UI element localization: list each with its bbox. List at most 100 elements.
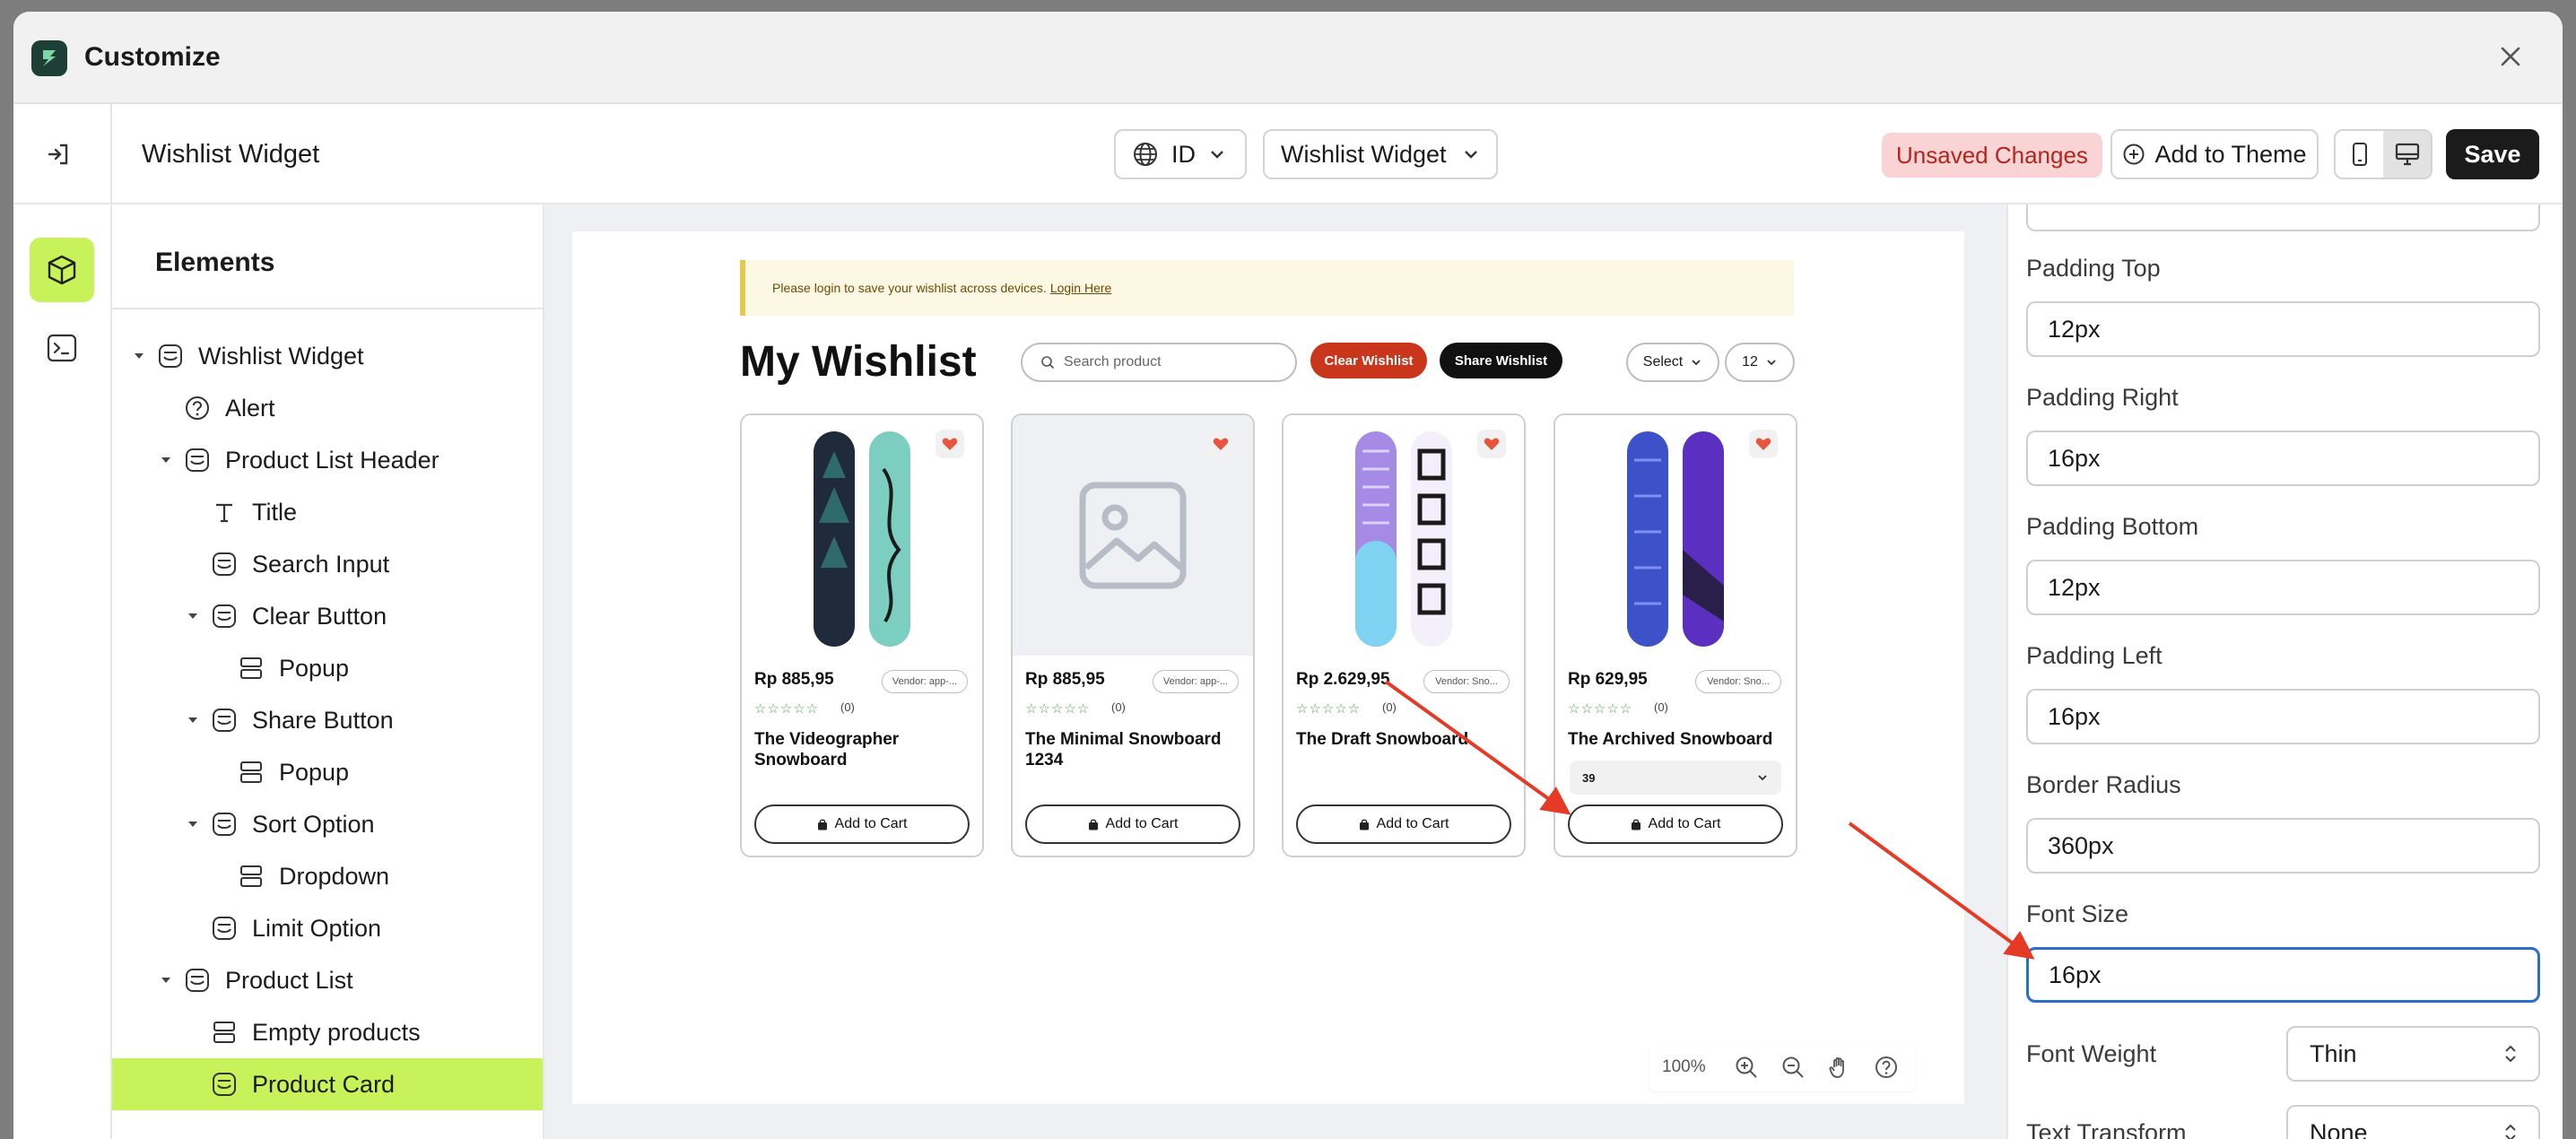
tree-item-wishlist-widget[interactable]: Wishlist Widget — [112, 330, 543, 382]
tree-item-share-popup[interactable]: Popup — [112, 746, 543, 798]
tree-item-limit-option[interactable]: Limit Option — [112, 902, 543, 954]
chevron-updown-icon — [2505, 1124, 2516, 1139]
add-to-cart-button[interactable]: Add to Cart — [1296, 804, 1511, 844]
border-radius-input[interactable]: 360px — [2026, 818, 2540, 874]
review-count: (0) — [1111, 700, 1126, 714]
prop-input-partial[interactable] — [2026, 204, 2540, 231]
code-tab-button[interactable] — [30, 316, 94, 380]
section-icon — [209, 1069, 239, 1100]
caret-down-icon[interactable] — [184, 815, 202, 833]
heart-icon[interactable] — [936, 430, 964, 458]
tree-item-empty-products[interactable]: Empty products — [112, 1006, 543, 1058]
padding-left-input[interactable]: 16px — [2026, 689, 2540, 744]
caret-down-icon[interactable] — [184, 711, 202, 729]
padding-right-input[interactable]: 16px — [2026, 430, 2540, 486]
search-input[interactable]: Search product — [1021, 343, 1297, 382]
alert-text: Please login to save your wishlist acros… — [772, 281, 1047, 295]
caret-down-icon[interactable] — [184, 607, 202, 625]
zoom-out-icon[interactable] — [1777, 1051, 1809, 1083]
save-button[interactable]: Save — [2446, 129, 2539, 179]
product-name[interactable]: The Archived Snowboard — [1568, 729, 1783, 750]
caret-down-icon[interactable] — [130, 347, 148, 365]
vendor-badge: Vendor: app-... — [882, 670, 968, 693]
product-name[interactable]: The Videographer Snowboard — [754, 729, 970, 770]
cube-icon — [48, 255, 76, 285]
toolbar: Wishlist Widget ID Wishlist Widget Unsav… — [13, 104, 2563, 204]
padding-top-input[interactable]: 12px — [2026, 301, 2540, 357]
add-to-theme-button[interactable]: Add to Theme — [2110, 129, 2319, 179]
variant-select[interactable]: 39 — [1570, 761, 1781, 795]
product-name[interactable]: The Minimal Snowboard 1234 — [1025, 729, 1240, 770]
add-to-cart-button[interactable]: Add to Cart — [1025, 804, 1240, 844]
properties-panel: Padding Top 12px Padding Right 16px Padd… — [2006, 204, 2563, 1139]
text-transform-select[interactable]: None — [2286, 1105, 2540, 1139]
close-icon[interactable] — [2493, 39, 2528, 74]
padding-bottom-input[interactable]: 12px — [2026, 560, 2540, 615]
clear-wishlist-button[interactable]: Clear Wishlist — [1310, 343, 1427, 378]
review-count: (0) — [1382, 700, 1397, 714]
vendor-badge: Vendor: app-... — [1153, 670, 1239, 693]
caret-down-icon[interactable] — [157, 451, 175, 469]
tree-item-product-list-header[interactable]: Product List Header — [112, 434, 543, 486]
product-image-placeholder[interactable] — [1013, 415, 1253, 656]
tree-item-clear-popup[interactable]: Popup — [112, 642, 543, 694]
exit-icon[interactable] — [40, 136, 76, 172]
product-image[interactable] — [1284, 415, 1524, 656]
bag-icon — [817, 819, 827, 830]
hand-icon[interactable] — [1823, 1051, 1856, 1083]
product-image[interactable] — [1555, 415, 1796, 656]
desktop-icon — [2395, 143, 2419, 166]
desktop-view-button[interactable] — [2383, 131, 2431, 178]
rating-stars: ☆☆☆☆☆ — [1296, 701, 1362, 717]
tree-item-label: Alert — [225, 394, 275, 422]
tree-item-product-list[interactable]: Product List — [112, 954, 543, 1006]
help-icon[interactable] — [1870, 1051, 1902, 1083]
tree-item-title[interactable]: Title — [112, 486, 543, 538]
heart-icon[interactable] — [1749, 430, 1778, 458]
share-wishlist-button[interactable]: Share Wishlist — [1440, 343, 1562, 378]
zoom-in-icon[interactable] — [1730, 1051, 1762, 1083]
sort-select[interactable]: Select — [1626, 343, 1719, 382]
tree-item-clear-button[interactable]: Clear Button — [112, 590, 543, 642]
caret-down-icon[interactable] — [157, 971, 175, 989]
border-radius-label: Border Radius — [2026, 771, 2181, 798]
toolbar-divider — [110, 104, 112, 204]
product-image[interactable] — [742, 415, 982, 656]
font-size-input[interactable]: 16px — [2026, 947, 2540, 1003]
add-to-cart-button[interactable]: Add to Cart — [754, 804, 970, 844]
add-to-cart-button[interactable]: Add to Cart — [1568, 804, 1783, 844]
widget-select[interactable]: Wishlist Widget — [1263, 129, 1498, 179]
elements-tab-button[interactable] — [30, 238, 94, 302]
tree-item-label: Product List — [225, 966, 353, 994]
tree-item-label: Popup — [279, 654, 350, 682]
font-weight-select[interactable]: Thin — [2286, 1026, 2540, 1082]
tree-item-label: Limit Option — [252, 914, 382, 942]
sort-value: Select — [1642, 354, 1684, 370]
mobile-view-button[interactable] — [2336, 131, 2383, 178]
page-heading: Wishlist Widget — [142, 140, 320, 169]
tree-item-dropdown[interactable]: Dropdown — [112, 850, 543, 902]
elements-heading: Elements — [155, 248, 275, 277]
tree-item-search-input[interactable]: Search Input — [112, 538, 543, 590]
device-toggle — [2334, 129, 2432, 179]
app-logo-icon — [31, 40, 67, 76]
limit-select[interactable]: 12 — [1725, 343, 1795, 382]
product-card[interactable]: Rp 885,95 Vendor: app-... ☆☆☆☆☆ (0) The … — [1011, 413, 1255, 857]
heart-icon[interactable] — [1477, 430, 1506, 458]
tree-item-product-card[interactable]: Product Card — [112, 1058, 543, 1110]
product-name[interactable]: The Draft Snowboard — [1296, 729, 1511, 750]
globe-icon — [1134, 143, 1157, 166]
tree-item-share-button[interactable]: Share Button — [112, 694, 543, 746]
tree-item-alert[interactable]: Alert — [112, 382, 543, 434]
chevron-down-icon — [1767, 360, 1776, 366]
language-select[interactable]: ID — [1114, 129, 1247, 179]
tree-item-sort-option[interactable]: Sort Option — [112, 798, 543, 850]
rating-stars: ☆☆☆☆☆ — [1025, 701, 1091, 717]
login-link[interactable]: Login Here — [1050, 281, 1112, 295]
product-card[interactable]: Rp 2.629,95 Vendor: Sno... ☆☆☆☆☆ (0) The… — [1282, 413, 1526, 857]
product-card[interactable]: Rp 629,95 Vendor: Sno... ☆☆☆☆☆ (0) The A… — [1553, 413, 1797, 857]
bag-icon — [1359, 819, 1369, 830]
heart-icon[interactable] — [1206, 430, 1235, 458]
product-card[interactable]: Rp 885,95 Vendor: app-... ☆☆☆☆☆ (0) The … — [740, 413, 984, 857]
container-icon — [236, 653, 266, 683]
